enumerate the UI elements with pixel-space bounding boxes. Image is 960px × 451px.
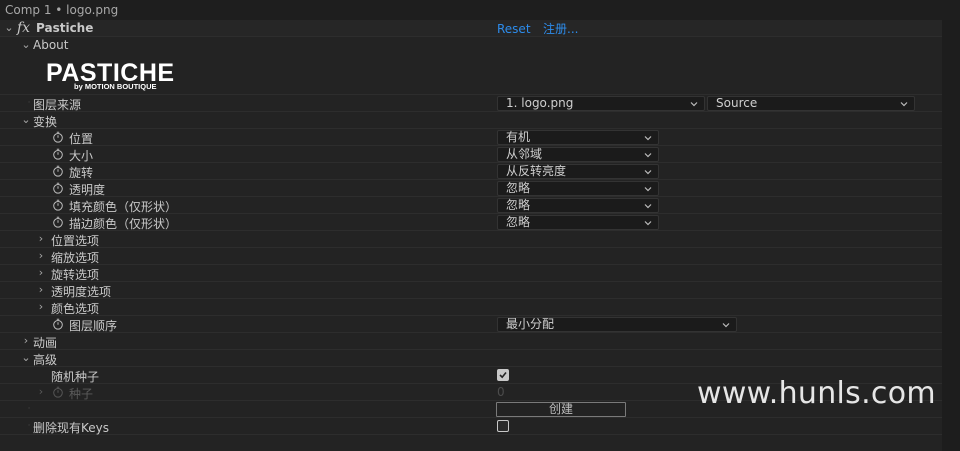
chevron-down-icon xyxy=(644,187,652,192)
scale-row: 大小 从邻域 xyxy=(0,146,942,163)
rotation-row: 旋转 从反转亮度 xyxy=(0,163,942,180)
chevron-down-icon xyxy=(644,170,652,175)
chevron-right-icon[interactable]: › xyxy=(36,300,46,313)
layer-source-label: 图层来源 xyxy=(33,98,82,112)
opacity-options-row[interactable]: › 透明度选项 xyxy=(0,282,942,299)
stroke-color-label: 描边颜色（仅形状） xyxy=(69,217,178,231)
chevron-down-icon[interactable]: ⌄ xyxy=(21,38,31,51)
reset-button[interactable]: Reset xyxy=(497,22,531,36)
register-button[interactable]: 注册... xyxy=(543,20,578,37)
chevron-right-icon[interactable]: › xyxy=(36,283,46,296)
effect-header-row: ⌄ fx Pastiche Reset 注册... xyxy=(0,20,942,37)
chevron-down-icon[interactable]: ⌄ xyxy=(21,351,31,364)
stopwatch-icon[interactable] xyxy=(52,131,64,143)
delete-keys-label: 删除现有Keys xyxy=(33,421,110,435)
random-seed-checkbox[interactable] xyxy=(497,369,509,381)
advanced-group-row[interactable]: ⌄ 高级 xyxy=(0,350,942,367)
random-seed-label: 随机种子 xyxy=(51,370,100,384)
scale-label: 大小 xyxy=(69,149,94,163)
color-options-label: 颜色选项 xyxy=(51,302,100,316)
rotation-options-row[interactable]: › 旋转选项 xyxy=(0,265,942,282)
stopwatch-icon[interactable] xyxy=(52,148,64,160)
opacity-options-label: 透明度选项 xyxy=(51,285,112,299)
advanced-label: 高级 xyxy=(33,353,58,367)
layer-source-layer-dropdown[interactable]: 1. logo.png xyxy=(497,96,705,111)
window-title: Comp 1 • logo.png xyxy=(5,3,119,17)
stopwatch-icon xyxy=(52,386,64,398)
about-label: About xyxy=(33,38,69,52)
fx-icon[interactable]: fx xyxy=(17,20,30,36)
stroke-color-row: 描边颜色（仅形状） 忽略 xyxy=(0,214,942,231)
stopwatch-icon[interactable] xyxy=(52,318,64,330)
opacity-dropdown[interactable]: 忽略 xyxy=(497,181,659,196)
stopwatch-icon[interactable] xyxy=(52,182,64,194)
chevron-right-icon[interactable]: › xyxy=(36,249,46,262)
rotation-dropdown[interactable]: 从反转亮度 xyxy=(497,164,659,179)
chevron-down-icon xyxy=(900,102,908,107)
chevron-down-icon xyxy=(690,102,698,107)
position-options-label: 位置选项 xyxy=(51,234,100,248)
position-options-row[interactable]: › 位置选项 xyxy=(0,231,942,248)
watermark: www.hunls.com xyxy=(697,376,936,411)
pastiche-logo: PASTICHE by MOTION BOUTIQUE xyxy=(46,60,196,94)
transform-group-row[interactable]: ⌄ 变换 xyxy=(0,112,942,129)
layer-order-row: 图层顺序 最小分配 xyxy=(0,316,942,333)
transform-label: 变换 xyxy=(33,115,58,129)
fill-color-dropdown[interactable]: 忽略 xyxy=(497,198,659,213)
position-dropdown[interactable]: 有机 xyxy=(497,130,659,145)
fill-color-row: 填充颜色（仅形状） 忽略 xyxy=(0,197,942,214)
chevron-right-icon[interactable]: › xyxy=(36,266,46,279)
stopwatch-icon[interactable] xyxy=(52,216,64,228)
checkmark-icon xyxy=(499,371,507,379)
layer-order-label: 图层顺序 xyxy=(69,319,118,333)
scrollbar[interactable] xyxy=(942,20,960,451)
layer-source-row: · 图层来源 1. logo.png Source xyxy=(0,95,942,112)
opacity-label: 透明度 xyxy=(69,183,106,197)
chevron-down-icon xyxy=(722,323,730,328)
create-button[interactable]: 创建 xyxy=(496,402,626,417)
layer-source-mode-dropdown[interactable]: Source xyxy=(707,96,915,111)
animation-label: 动画 xyxy=(33,336,58,350)
color-options-row[interactable]: › 颜色选项 xyxy=(0,299,942,316)
stopwatch-icon[interactable] xyxy=(52,199,64,211)
delete-keys-checkbox[interactable] xyxy=(497,420,509,432)
scale-dropdown[interactable]: 从邻域 xyxy=(497,147,659,162)
chevron-right-icon[interactable]: › xyxy=(21,334,31,347)
rotation-label: 旋转 xyxy=(69,166,94,180)
chevron-down-icon[interactable]: ⌄ xyxy=(4,21,14,34)
logo-tagline: by MOTION BOUTIQUE xyxy=(74,82,157,91)
stopwatch-icon[interactable] xyxy=(52,165,64,177)
chevron-right-icon[interactable]: › xyxy=(36,385,46,398)
delete-keys-row: · 删除现有Keys xyxy=(0,418,942,435)
chevron-down-icon xyxy=(644,221,652,226)
window-title-bar: Comp 1 • logo.png xyxy=(0,0,960,21)
stroke-color-dropdown[interactable]: 忽略 xyxy=(497,215,659,230)
effect-name: Pastiche xyxy=(36,21,94,35)
animation-group-row[interactable]: › 动画 xyxy=(0,333,942,350)
chevron-right-icon[interactable]: › xyxy=(36,232,46,245)
chevron-down-icon xyxy=(644,204,652,209)
chevron-down-icon[interactable]: ⌄ xyxy=(21,113,31,126)
scale-options-row[interactable]: › 缩放选项 xyxy=(0,248,942,265)
position-label: 位置 xyxy=(69,132,94,146)
opacity-row: 透明度 忽略 xyxy=(0,180,942,197)
chevron-down-icon xyxy=(644,136,652,141)
seed-value: 0 xyxy=(497,385,505,399)
fill-color-label: 填充颜色（仅形状） xyxy=(69,200,178,214)
dot-icon: · xyxy=(27,404,31,414)
chevron-down-icon xyxy=(644,153,652,158)
rotation-options-label: 旋转选项 xyxy=(51,268,100,282)
scale-options-label: 缩放选项 xyxy=(51,251,100,265)
seed-label: 种子 xyxy=(69,387,94,401)
position-row: 位置 有机 xyxy=(0,129,942,146)
layer-order-dropdown[interactable]: 最小分配 xyxy=(497,317,737,332)
